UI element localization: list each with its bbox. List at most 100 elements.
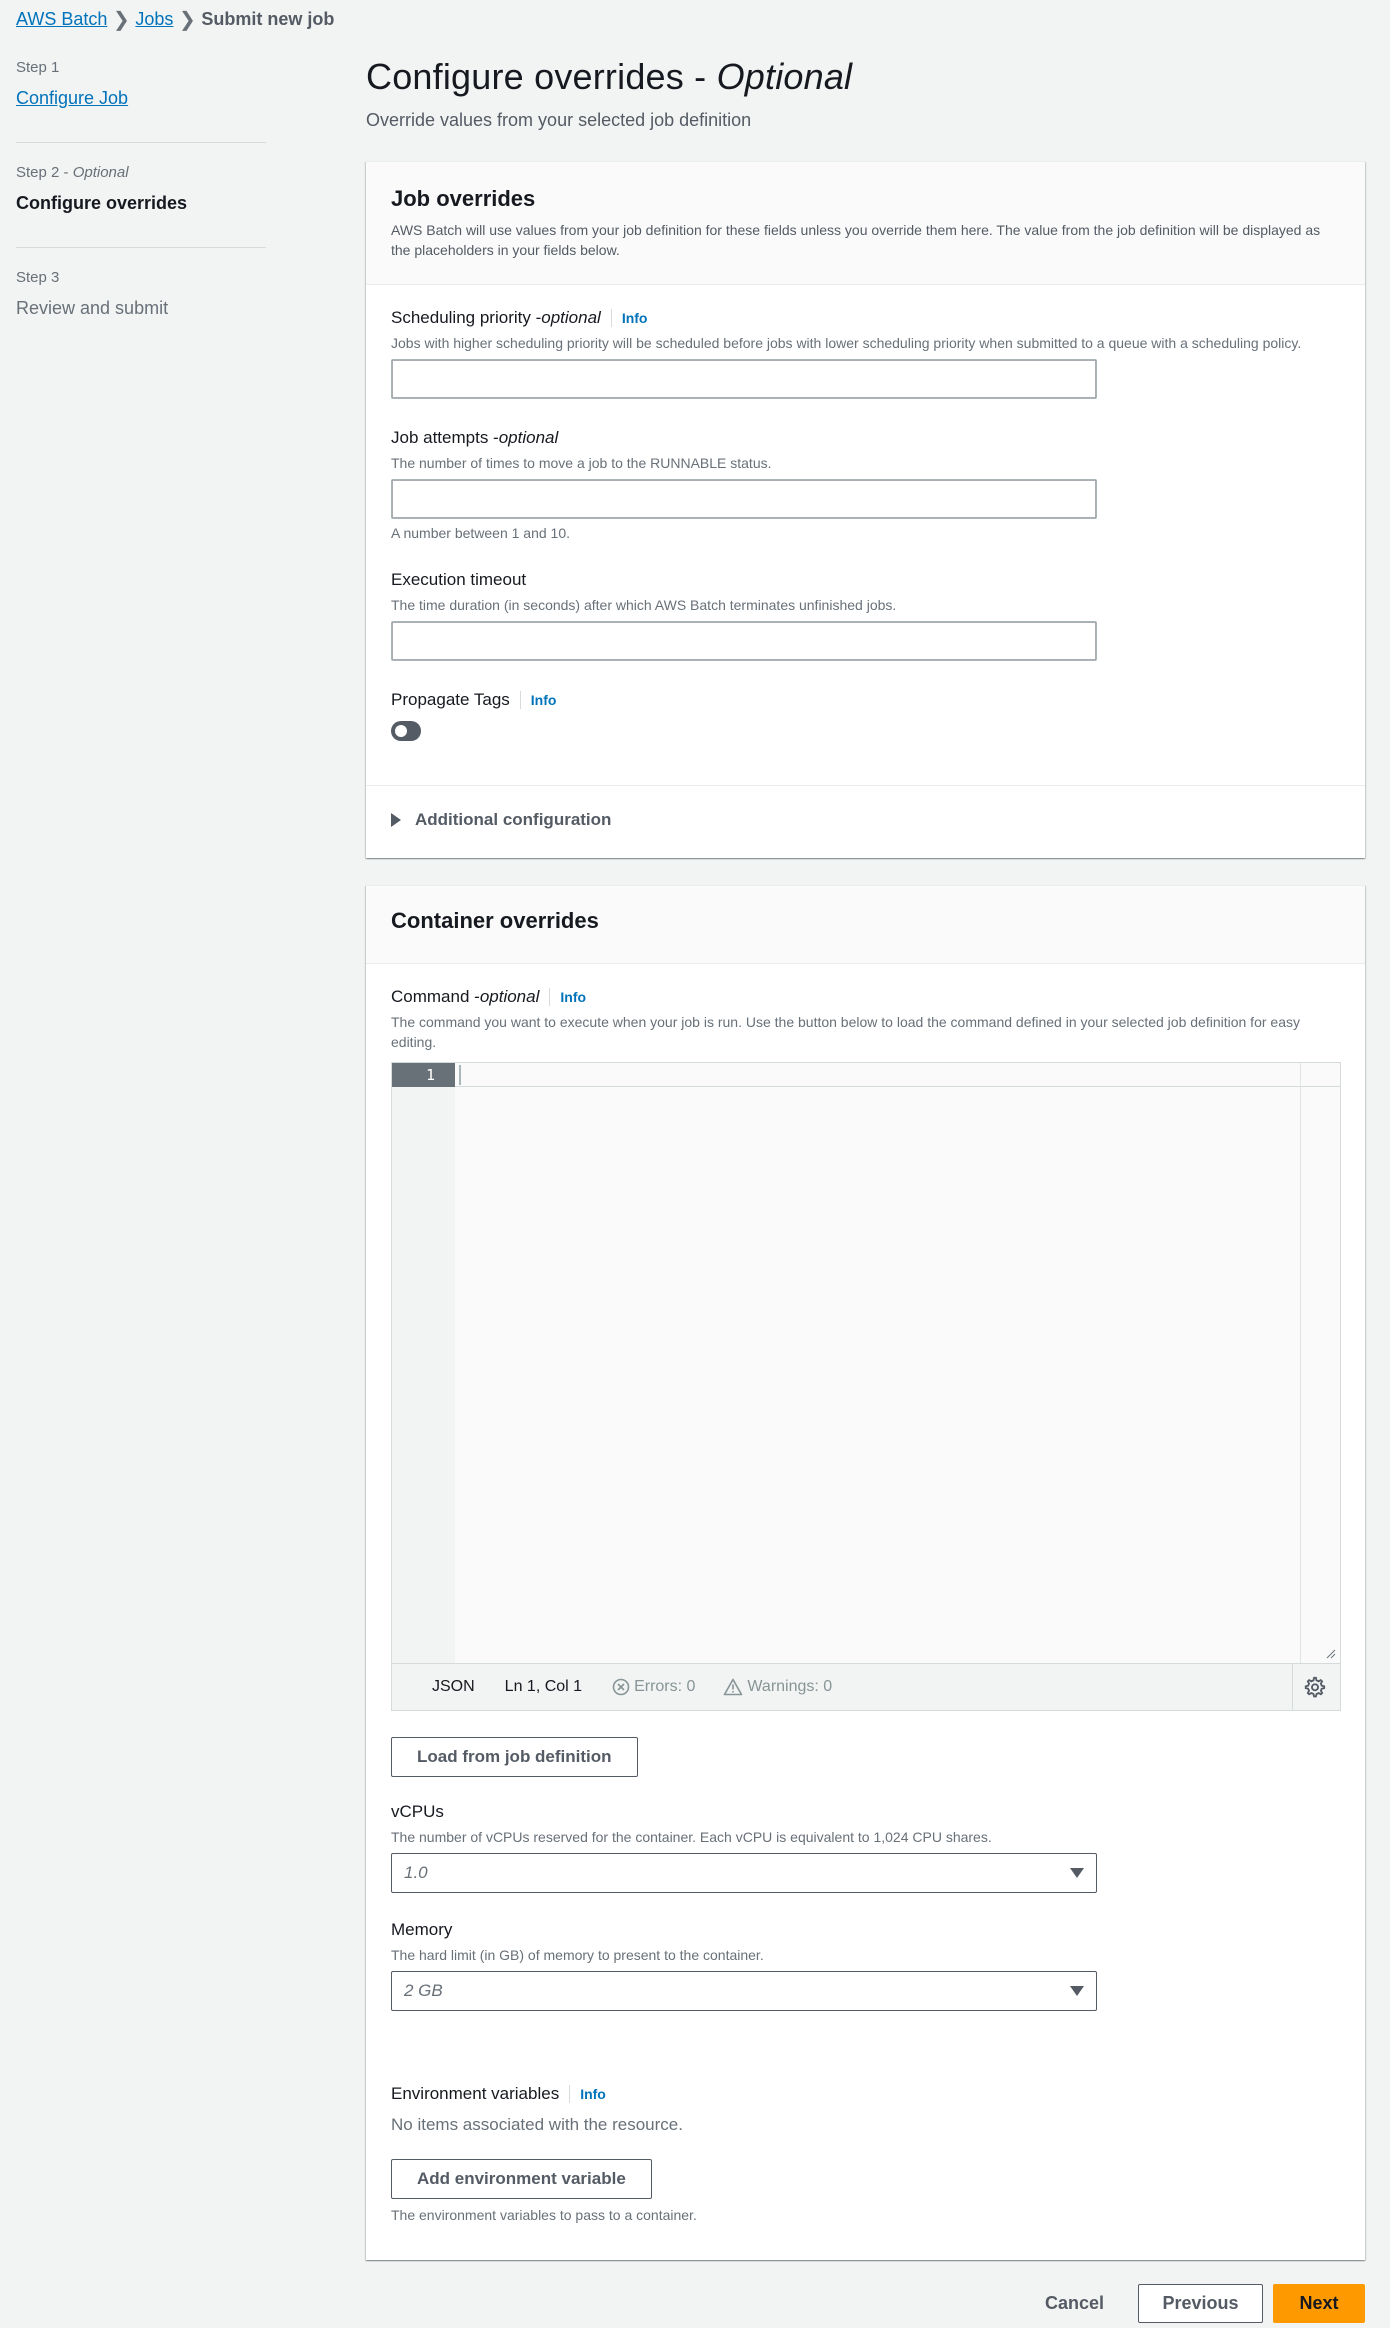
editor-area: 1 xyxy=(392,1063,1340,1663)
editor-settings-button[interactable] xyxy=(1292,1664,1340,1710)
active-line xyxy=(455,1063,1300,1087)
page-description: Override values from your selected job d… xyxy=(366,110,752,130)
job-attempts-description: The number of times to move a job to the… xyxy=(391,455,772,471)
environment-variables-empty: No items associated with the resource. xyxy=(391,2115,683,2134)
breadcrumb-current: Submit new job xyxy=(201,8,335,29)
caret-right-icon xyxy=(391,813,401,827)
editor-status-bar: JSON Ln 1, Col 1 Errors: 0 Warnings: 0 xyxy=(392,1663,1340,1710)
job-overrides-panel: Job overrides AWS Batch will use values … xyxy=(366,161,1365,858)
next-button[interactable]: Next xyxy=(1273,2284,1365,2323)
caret-down-icon xyxy=(1070,1868,1084,1878)
propagate-tags-label: Propagate Tags Info xyxy=(391,689,1340,711)
memory-field: Memory The hard limit (in GB) of memory … xyxy=(391,1919,1340,2011)
vcpus-label: vCPUs xyxy=(391,1802,444,1821)
scheduling-priority-description: Jobs with higher scheduling priority wil… xyxy=(391,335,1302,351)
command-field: Command - optional Info The command you … xyxy=(391,986,1341,1777)
vcpus-field: vCPUs The number of vCPUs reserved for t… xyxy=(391,1801,1340,1893)
optional-label: optional xyxy=(541,308,601,327)
command-editor-input[interactable] xyxy=(455,1063,1300,1663)
vcpus-selected-value: 1.0 xyxy=(404,1863,428,1882)
memory-selected-value: 2 GB xyxy=(404,1981,443,2000)
cancel-button[interactable]: Cancel xyxy=(1025,2285,1124,2322)
chevron-right-icon: ❯ xyxy=(179,8,196,31)
resize-handle-icon[interactable] xyxy=(1324,1647,1336,1659)
step-number-text: Step 1 xyxy=(16,59,60,76)
label-text: Job attempts - xyxy=(391,428,499,447)
previous-button[interactable]: Previous xyxy=(1138,2284,1263,2323)
gear-icon xyxy=(1304,1676,1325,1698)
breadcrumb-jobs[interactable]: Jobs xyxy=(135,9,173,30)
job-overrides-description: AWS Batch will use values from your job … xyxy=(391,222,1321,258)
environment-variables-field: Environment variables Info No items asso… xyxy=(391,2083,1340,2223)
step-link-configure-job[interactable]: Configure Job xyxy=(16,86,266,110)
error-circle-icon xyxy=(612,1678,630,1696)
job-attempts-input[interactable] xyxy=(391,479,1097,519)
container-overrides-panel: Container overrides Command - optional I… xyxy=(366,885,1365,2260)
execution-timeout-field: Execution timeout The time duration (in … xyxy=(391,569,1340,661)
label-text: Scheduling priority - xyxy=(391,308,542,327)
step-number: Step 2 - Optional xyxy=(16,163,266,183)
wizard-navigation: Step 1 Configure Job Step 2 - Optional C… xyxy=(16,58,266,320)
scheduling-priority-input[interactable] xyxy=(391,359,1097,399)
optional-label: optional xyxy=(479,987,540,1006)
memory-select[interactable]: 2 GB xyxy=(391,1971,1097,2011)
divider xyxy=(16,142,266,143)
step-number: Step 3 xyxy=(16,268,266,288)
environment-variables-label: Environment variables Info xyxy=(391,2083,1340,2105)
scheduling-priority-info-link[interactable]: Info xyxy=(610,309,647,327)
text-cursor xyxy=(459,1065,461,1085)
additional-configuration-expander[interactable]: Additional configuration xyxy=(366,785,1365,854)
additional-configuration-label: Additional configuration xyxy=(415,810,612,829)
command-code-editor: 1 JSON Ln 1, Col 1 Errors: 0 Warnings: 0 xyxy=(391,1062,1341,1711)
execution-timeout-input[interactable] xyxy=(391,621,1097,661)
warnings-count: Warnings: 0 xyxy=(747,1678,833,1695)
label-text: Propagate Tags xyxy=(391,690,510,709)
wizard-step-2: Step 2 - Optional Configure overrides xyxy=(16,163,266,215)
container-overrides-header: Container overrides xyxy=(366,886,1365,964)
editor-warnings[interactable]: Warnings: 0 xyxy=(723,1678,832,1696)
wizard-actions: Cancel Previous Next xyxy=(1025,2284,1365,2323)
caret-down-icon xyxy=(1070,1986,1084,1996)
page-title-optional: Optional xyxy=(716,56,853,97)
line-number: 1 xyxy=(392,1063,455,1087)
command-description: The command you want to execute when you… xyxy=(391,1014,1300,1050)
load-from-job-definition-button[interactable]: Load from job definition xyxy=(391,1737,638,1777)
command-label: Command - optional Info xyxy=(391,986,1340,1008)
memory-label: Memory xyxy=(391,1920,453,1939)
execution-timeout-label: Execution timeout xyxy=(391,570,527,589)
warning-triangle-icon xyxy=(724,1678,743,1696)
environment-variables-info-link[interactable]: Info xyxy=(569,2085,606,2103)
page-title-text: Configure overrides - xyxy=(366,56,717,97)
vcpus-select[interactable]: 1.0 xyxy=(391,1853,1097,1893)
breadcrumb-aws-batch[interactable]: AWS Batch xyxy=(16,9,107,30)
editor-gutter: 1 xyxy=(392,1063,455,1663)
job-overrides-body: Scheduling priority - optional Info Jobs… xyxy=(366,285,1365,785)
label-text: Command - xyxy=(391,987,480,1006)
step-number: Step 1 xyxy=(16,58,266,78)
page-title: Configure overrides - Optional xyxy=(366,56,852,98)
job-overrides-header: Job overrides AWS Batch will use values … xyxy=(366,162,1365,285)
scheduling-priority-label: Scheduling priority - optional Info xyxy=(391,307,1340,329)
scheduling-priority-field: Scheduling priority - optional Info Jobs… xyxy=(391,307,1340,399)
job-attempts-hint: A number between 1 and 10. xyxy=(391,525,571,541)
propagate-tags-toggle[interactable] xyxy=(391,721,421,741)
command-info-link[interactable]: Info xyxy=(549,988,586,1006)
errors-count: Errors: 0 xyxy=(634,1678,696,1695)
editor-scrollbar[interactable] xyxy=(1300,1063,1340,1663)
optional-label: optional xyxy=(498,428,559,447)
step-optional-label: Optional xyxy=(72,164,129,181)
editor-errors[interactable]: Errors: 0 xyxy=(612,1678,695,1696)
load-button-row: Load from job definition xyxy=(391,1737,1340,1777)
add-environment-variable-button[interactable]: Add environment variable xyxy=(391,2159,652,2199)
editor-language: JSON xyxy=(432,1678,475,1695)
wizard-step-3: Step 3 Review and submit xyxy=(16,268,266,320)
propagate-tags-info-link[interactable]: Info xyxy=(519,691,556,709)
step-number-text: Step 2 - xyxy=(16,164,73,181)
memory-description: The hard limit (in GB) of memory to pres… xyxy=(391,1947,764,1963)
divider xyxy=(16,247,266,248)
chevron-right-icon: ❯ xyxy=(112,8,130,31)
scroll-top xyxy=(1301,1063,1340,1087)
job-attempts-field: Job attempts - optional The number of ti… xyxy=(391,427,1340,541)
container-overrides-body: Command - optional Info The command you … xyxy=(366,964,1365,2267)
toggle-knob xyxy=(395,725,407,737)
